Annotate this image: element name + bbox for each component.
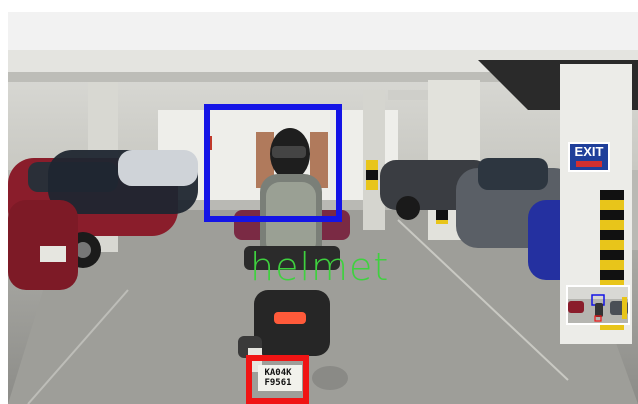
header-bar [8,12,638,50]
video-thumbnail-preview[interactable] [566,285,630,325]
helmet-detection-box [204,104,342,222]
exit-sign-text: EXIT [574,144,604,159]
top-strip [0,0,638,12]
thumbnail-image [568,287,628,323]
video-frame[interactable]: EXIT KA04K F9561 helmet [8,50,638,404]
helmet-detection-label: helmet [250,245,390,289]
exit-sign: EXIT [568,142,610,172]
exit-sign-stripe [576,161,602,167]
license-plate-detection-box [246,355,309,404]
